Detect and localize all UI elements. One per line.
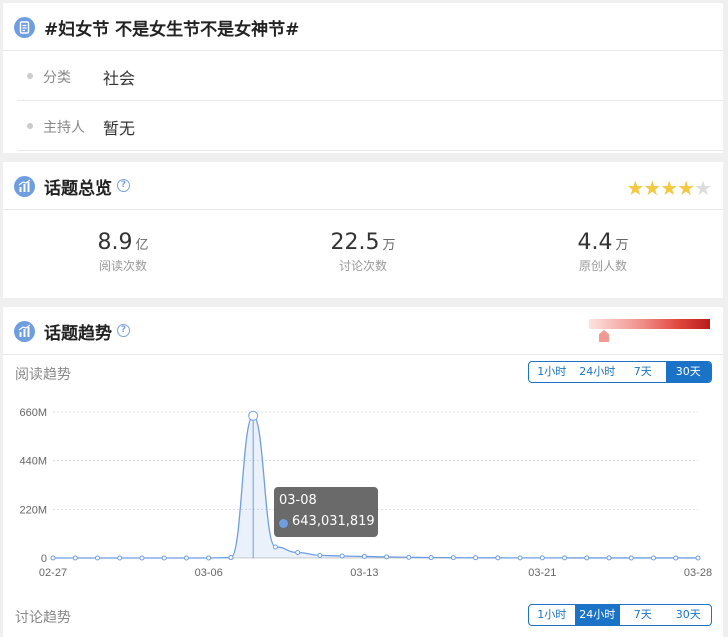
overview-card: 话题总览 ? ★★★★★ 8.9 亿 阅读次数 22.5 万 讨论次数 4.4 万 原… — [3, 162, 723, 298]
data-point — [628, 555, 634, 561]
stat-label: 讨论次数 — [338, 259, 387, 273]
data-point — [50, 555, 56, 561]
data-point — [473, 555, 479, 561]
data-point — [384, 554, 390, 560]
data-point — [495, 555, 501, 561]
topic-info-card: #妇女节 不是女生节不是女神节# 分类 社会 主持人 暂无 — [3, 3, 723, 153]
stat-unit: 万 — [615, 238, 629, 253]
stat-original: 4.4 万 原创人数 — [483, 230, 723, 274]
help-icon[interactable]: ? — [117, 179, 130, 192]
y-tick-label: 220M — [19, 504, 47, 516]
data-point — [361, 553, 367, 559]
document-icon — [14, 17, 35, 38]
stat-label: 原创人数 — [578, 259, 627, 273]
stat-value: 22.5 — [330, 230, 380, 255]
data-point — [428, 555, 434, 561]
stat-read: 8.9 亿 阅读次数 — [3, 230, 243, 274]
range-option-7d[interactable]: 7天 — [620, 605, 666, 625]
data-point — [117, 555, 123, 561]
x-tick-label: 03-21 — [528, 567, 556, 579]
data-point — [450, 555, 456, 561]
data-point — [517, 555, 523, 561]
tooltip-date: 03-08 — [279, 493, 317, 508]
half-star-icon: ★ — [694, 176, 712, 200]
range-option-30d[interactable]: 30天 — [666, 605, 712, 625]
data-point — [651, 555, 657, 561]
stat-unit: 万 — [382, 238, 396, 253]
discuss-trend-label: 讨论趋势 — [15, 610, 71, 626]
stat-value: 8.9 — [97, 230, 133, 255]
y-tick-label: 0 — [41, 553, 47, 565]
category-row: 分类 社会 — [17, 51, 723, 101]
x-tick-label: 03-06 — [195, 567, 223, 579]
range-option-1h[interactable]: 1小时 — [529, 605, 575, 625]
x-tick-label: 03-13 — [350, 567, 378, 579]
star-icons: ★★★★ — [626, 176, 695, 200]
data-point — [72, 555, 78, 561]
overview-title: 话题总览 — [44, 179, 112, 199]
host-value: 暂无 — [103, 119, 136, 138]
host-row: 主持人 暂无 — [17, 101, 723, 151]
data-point — [539, 555, 545, 561]
host-label: 主持人 — [43, 120, 85, 136]
bullet-icon — [27, 73, 33, 79]
data-point — [606, 555, 612, 561]
tooltip-value: 643,031,819 — [292, 514, 375, 529]
data-point — [206, 555, 212, 561]
data-point — [695, 555, 701, 561]
data-point — [183, 555, 189, 561]
category-value: 社会 — [103, 69, 136, 88]
data-point — [228, 555, 234, 561]
discuss-range-selector: 1小时 24小时 7天 30天 — [528, 604, 712, 626]
data-point — [248, 410, 259, 421]
overview-header: 话题总览 ? ★★★★★ — [3, 162, 723, 210]
chart-icon — [14, 176, 35, 197]
data-point — [584, 555, 590, 561]
data-point — [272, 544, 278, 550]
topic-header: #妇女节 不是女生节不是女神节# — [3, 3, 723, 51]
read-trend-chart[interactable]: 0 220M 440M 660M 02-27 03-06 03-13 03-21 03-28 — [3, 307, 723, 592]
stat-value: 4.4 — [577, 230, 613, 255]
series-dot-icon — [279, 519, 288, 528]
bullet-icon — [27, 123, 33, 129]
y-tick-label: 660M — [19, 407, 47, 419]
trend-card: 话题趋势 ? 阅读趋势 1小时 24小时 7天 30天 0 220M 440M 660… — [3, 307, 723, 637]
stat-unit: 亿 — [135, 238, 149, 253]
x-tick-label: 02-27 — [39, 567, 67, 579]
data-point — [673, 555, 679, 561]
stat-label: 阅读次数 — [98, 259, 147, 273]
data-point — [295, 549, 301, 555]
stat-discuss: 22.5 万 讨论次数 — [243, 230, 483, 274]
rating-stars: ★★★★★ — [626, 176, 712, 200]
data-point — [94, 555, 100, 561]
data-point — [317, 552, 323, 558]
range-option-24h[interactable]: 24小时 — [574, 605, 620, 625]
x-tick-label: 03-28 — [684, 567, 712, 579]
data-point — [562, 555, 568, 561]
data-point — [161, 555, 167, 561]
chart-tooltip: 03-08 643,031,819 — [274, 487, 378, 537]
topic-title: #妇女节 不是女生节不是女神节# — [44, 20, 300, 40]
data-point — [139, 555, 145, 561]
category-label: 分类 — [43, 70, 71, 86]
y-tick-label: 440M — [19, 456, 47, 468]
data-point — [406, 554, 412, 560]
data-point — [339, 553, 345, 559]
